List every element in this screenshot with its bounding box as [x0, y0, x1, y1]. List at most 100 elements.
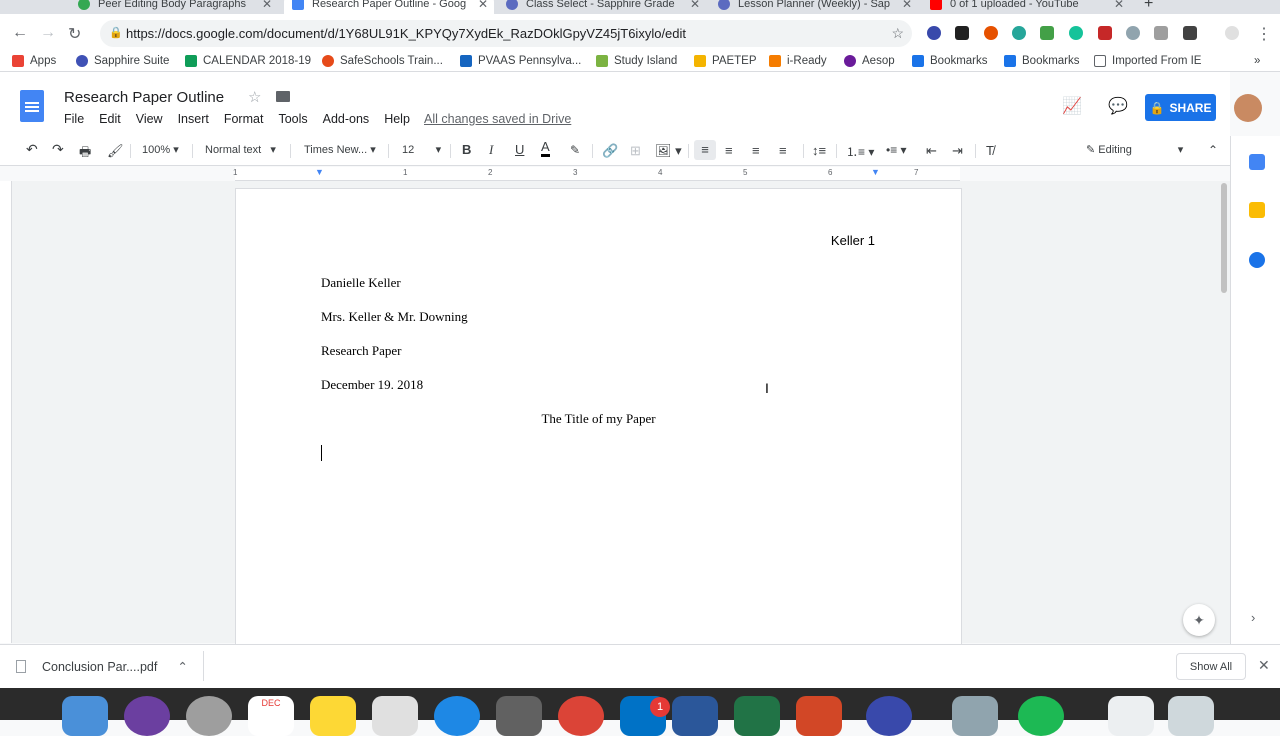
menu-tools[interactable]: Tools	[278, 112, 307, 126]
calendar-app-icon[interactable]: DEC	[248, 696, 294, 736]
app-store-icon[interactable]	[434, 696, 480, 736]
bookmark-folder-bookmarks-2[interactable]: Bookmarks	[1004, 55, 1080, 67]
extension-b-icon[interactable]	[984, 26, 998, 40]
address-bar[interactable]: 🔒 https://docs.google.com/document/d/1Y6…	[100, 20, 912, 47]
download-item[interactable]: Conclusion Par....pdf ⌃	[16, 659, 188, 674]
bookmarks-overflow-icon[interactable]: »	[1254, 55, 1260, 67]
avatar[interactable]	[1234, 94, 1262, 122]
bookmark-aesop[interactable]: Aesop	[844, 55, 895, 67]
extension-link-icon[interactable]	[1126, 26, 1140, 40]
bookmark-folder-bookmarks[interactable]: Bookmarks	[912, 55, 988, 67]
undo-icon[interactable]: ↶	[26, 141, 38, 158]
align-right-icon[interactable]: ≡	[752, 143, 760, 158]
clear-formatting-icon[interactable]: T̸	[986, 143, 994, 158]
image-icon[interactable]: 🖼 ▾	[655, 143, 682, 159]
extension-cart-icon[interactable]	[1183, 26, 1197, 40]
reload-icon[interactable]: ↻	[68, 24, 81, 44]
teacher-names[interactable]: Mrs. Keller & Mr. Downing	[321, 309, 468, 325]
align-justify-icon[interactable]: ≡	[779, 143, 787, 158]
extension-m-icon[interactable]	[1012, 26, 1026, 40]
spotify-icon[interactable]	[1018, 696, 1064, 736]
extension-red-icon[interactable]	[1098, 26, 1112, 40]
show-all-button[interactable]: Show All	[1176, 653, 1246, 680]
font-select[interactable]: Times New... ▾	[304, 143, 376, 156]
paint-format-icon[interactable]: 🖌	[107, 143, 124, 159]
bulleted-list-icon[interactable]: •≡ ▾	[886, 143, 907, 157]
redo-icon[interactable]: ↷	[52, 141, 64, 158]
menu-edit[interactable]: Edit	[99, 112, 121, 126]
document-page[interactable]: Keller 1 Danielle Keller Mrs. Keller & M…	[235, 188, 962, 648]
print-icon[interactable]: 🖶	[79, 143, 91, 165]
extension-k-icon[interactable]	[927, 26, 941, 40]
close-icon[interactable]: ✕	[478, 0, 488, 11]
star-icon[interactable]: ☆	[248, 89, 261, 106]
paper-title[interactable]: The Title of my Paper	[236, 411, 961, 427]
underline-icon[interactable]: U	[515, 142, 524, 157]
chevron-up-icon[interactable]: ⌃	[177, 659, 187, 674]
launchpad-icon[interactable]	[186, 696, 232, 736]
editing-mode-select[interactable]: ✎ Editing ▾	[1086, 143, 1183, 156]
menu-view[interactable]: View	[136, 112, 163, 126]
extension-book-icon[interactable]	[955, 26, 969, 40]
bookmark-folder-imported[interactable]: Imported From IE	[1094, 55, 1201, 67]
powerpoint-icon[interactable]	[796, 696, 842, 736]
documents-icon[interactable]	[1108, 696, 1154, 736]
bookmark-star-icon[interactable]: ☆	[891, 20, 904, 47]
numbered-list-icon[interactable]: ⒈≡ ▾	[846, 143, 874, 160]
document-title[interactable]: Research Paper Outline	[64, 89, 224, 106]
notes-icon[interactable]	[310, 696, 356, 736]
close-icon[interactable]: ✕	[690, 0, 700, 11]
right-indent-marker[interactable]: ▼	[871, 167, 880, 177]
paper-date[interactable]: December 19. 2018	[321, 377, 423, 393]
bookmark-calendar[interactable]: CALENDAR 2018-19	[185, 55, 311, 67]
bold-icon[interactable]: B	[462, 142, 471, 157]
link-icon[interactable]: 🔗	[602, 143, 618, 159]
activity-trend-icon[interactable]: 📈	[1062, 96, 1082, 116]
extension-k2-icon[interactable]	[1154, 26, 1168, 40]
close-icon[interactable]: ✕	[902, 0, 912, 11]
scrollbar-thumb[interactable]	[1221, 183, 1227, 293]
close-icon[interactable]: ✕	[1114, 0, 1124, 11]
back-icon[interactable]: ←	[12, 24, 28, 42]
word-icon[interactable]	[672, 696, 718, 736]
save-status[interactable]: All changes saved in Drive	[424, 112, 571, 126]
app-icon[interactable]	[866, 696, 912, 736]
style-select[interactable]: Normal text ▾	[205, 143, 276, 156]
folder-icon[interactable]	[275, 91, 290, 102]
menu-insert[interactable]: Insert	[178, 112, 209, 126]
italic-icon[interactable]: I	[489, 142, 493, 158]
tab-class-select[interactable]: Class Select - Sapphire Grade ✕	[506, 0, 706, 14]
collapse-menu-icon[interactable]: ⌃	[1208, 143, 1218, 157]
decrease-indent-icon[interactable]: ⇤	[926, 143, 937, 159]
bookmark-iready[interactable]: i-Ready	[769, 55, 827, 67]
bookmark-study-island[interactable]: Study Island	[596, 55, 677, 67]
trash-icon[interactable]	[1168, 696, 1214, 736]
menu-addons[interactable]: Add-ons	[323, 112, 370, 126]
preview-icon[interactable]	[952, 696, 998, 736]
line-spacing-icon[interactable]: ↕≡	[812, 143, 826, 158]
contacts-icon[interactable]	[372, 696, 418, 736]
bookmark-sapphire-suite[interactable]: Sapphire Suite	[76, 55, 169, 67]
extension-grammarly-icon[interactable]	[1069, 26, 1083, 40]
expand-panel-icon[interactable]: ›	[1251, 610, 1255, 625]
tab-research-paper[interactable]: Research Paper Outline - Goog ✕	[284, 0, 494, 14]
excel-icon[interactable]	[734, 696, 780, 736]
keep-icon[interactable]	[1249, 202, 1265, 218]
share-button[interactable]: 🔒 SHARE	[1145, 94, 1216, 121]
comments-icon[interactable]: 💬	[1108, 96, 1128, 116]
finder-icon[interactable]	[62, 696, 108, 736]
left-indent-marker[interactable]: ▼	[315, 167, 324, 177]
highlight-icon[interactable]: ✎	[570, 143, 580, 157]
profile-icon[interactable]	[1225, 26, 1239, 40]
text-color-icon[interactable]: A	[541, 140, 550, 157]
course-name[interactable]: Research Paper	[321, 343, 402, 359]
font-size-select[interactable]: 12 ▾	[402, 143, 441, 156]
menu-file[interactable]: File	[64, 112, 84, 126]
new-tab-button[interactable]: +	[1144, 0, 1153, 14]
comment-add-icon[interactable]: ⊞	[630, 143, 641, 159]
explore-button[interactable]: ✦	[1183, 604, 1215, 636]
bookmark-pvaas[interactable]: PVAAS Pennsylva...	[460, 55, 581, 67]
close-icon[interactable]: ✕	[262, 0, 272, 11]
increase-indent-icon[interactable]: ⇥	[952, 143, 963, 159]
author-name[interactable]: Danielle Keller	[321, 275, 401, 291]
